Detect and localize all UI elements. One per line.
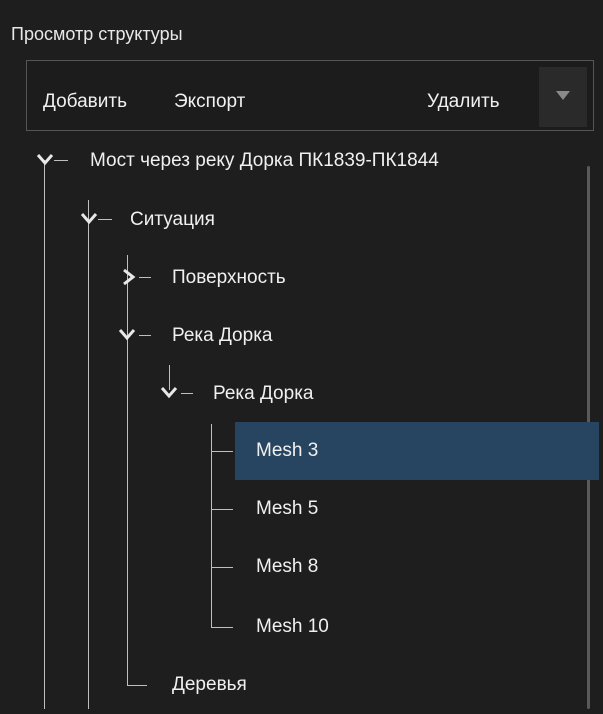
tree-item-label: Mesh 3: [256, 440, 319, 461]
toolbar-dropdown-button[interactable]: [539, 67, 587, 127]
chevron-down-icon[interactable]: [80, 211, 100, 231]
add-button[interactable]: Добавить: [43, 91, 127, 113]
chevron-down-icon[interactable]: [36, 152, 56, 172]
panel-title: Просмотр структуры: [11, 24, 183, 44]
chevron-right-icon[interactable]: [120, 268, 140, 288]
tree-item-river[interactable]: Река Дорка: [172, 307, 273, 365]
tree-item-surface[interactable]: Поверхность: [172, 249, 286, 307]
tree-item-river-child[interactable]: Река Дорка: [213, 365, 314, 423]
tree-item-mesh-5[interactable]: Mesh 5: [256, 480, 318, 538]
tree-item-mesh-8[interactable]: Mesh 8: [256, 538, 318, 596]
tree-item-root[interactable]: Мост через реку Дорка ПК1839-ПК1844: [90, 132, 439, 190]
export-button[interactable]: Экспорт: [174, 91, 245, 113]
chevron-down-icon[interactable]: [160, 385, 180, 405]
triangle-down-icon: [556, 91, 570, 100]
tree-item-mesh-3[interactable]: Mesh 3: [235, 422, 599, 480]
tree-item-situation[interactable]: Ситуация: [130, 191, 215, 249]
toolbar: Добавить Экспорт Удалить: [26, 60, 594, 131]
chevron-down-icon[interactable]: [118, 327, 138, 347]
delete-button[interactable]: Удалить: [427, 91, 500, 113]
tree-item-trees[interactable]: Деревья: [172, 656, 247, 714]
tree-item-mesh-10[interactable]: Mesh 10: [256, 598, 329, 656]
